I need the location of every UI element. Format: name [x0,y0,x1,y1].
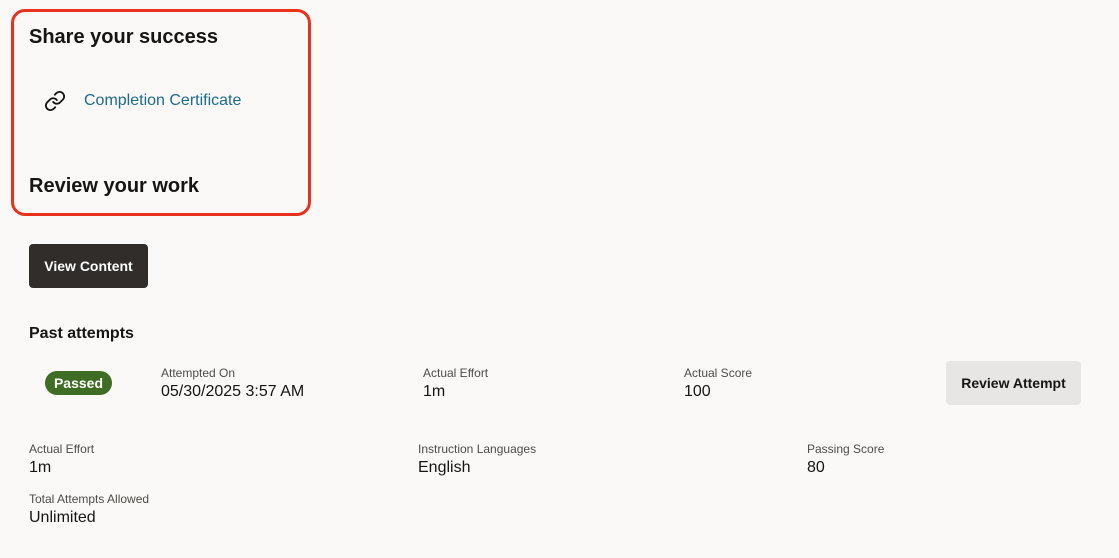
attempt-score-field: Actual Score 100 [684,366,752,402]
link-icon [44,90,66,112]
total-attempts-label: Total Attempts Allowed [29,492,150,506]
instruction-languages-field: Instruction Languages English [418,442,536,478]
summary-effort-value: 1m [29,459,52,476]
attempted-on-field: Attempted On 05/30/2025 3:57 AM [161,366,304,402]
attempt-score-value: 100 [684,383,711,400]
total-attempts-value: Unlimited [29,509,96,526]
passing-score-label: Passing Score [807,442,885,456]
completion-certificate-link[interactable]: Completion Certificate [44,90,241,112]
attempt-score-label: Actual Score [684,366,753,380]
share-success-heading: Share your success [29,26,218,48]
instruction-languages-label: Instruction Languages [418,442,537,456]
passing-score-field: Passing Score 80 [807,442,884,478]
attempted-on-label: Attempted On [161,366,236,380]
total-attempts-field: Total Attempts Allowed Unlimited [29,492,149,528]
review-work-heading: Review your work [29,175,200,197]
passing-score-value: 80 [807,459,825,476]
summary-effort-field: Actual Effort 1m [29,442,94,478]
attempt-effort-field: Actual Effort 1m [423,366,488,402]
past-attempts-heading: Past attempts [29,325,134,342]
view-content-button[interactable]: View Content [29,244,148,288]
attempted-on-value: 05/30/2025 3:57 AM [161,383,305,400]
attempt-effort-label: Actual Effort [423,366,489,380]
status-badge: Passed [45,371,112,395]
instruction-languages-value: English [418,459,471,476]
review-attempt-button[interactable]: Review Attempt [946,361,1081,405]
attempt-effort-value: 1m [423,383,446,400]
completion-certificate-label[interactable]: Completion Certificate [84,91,241,111]
summary-effort-label: Actual Effort [29,442,95,456]
